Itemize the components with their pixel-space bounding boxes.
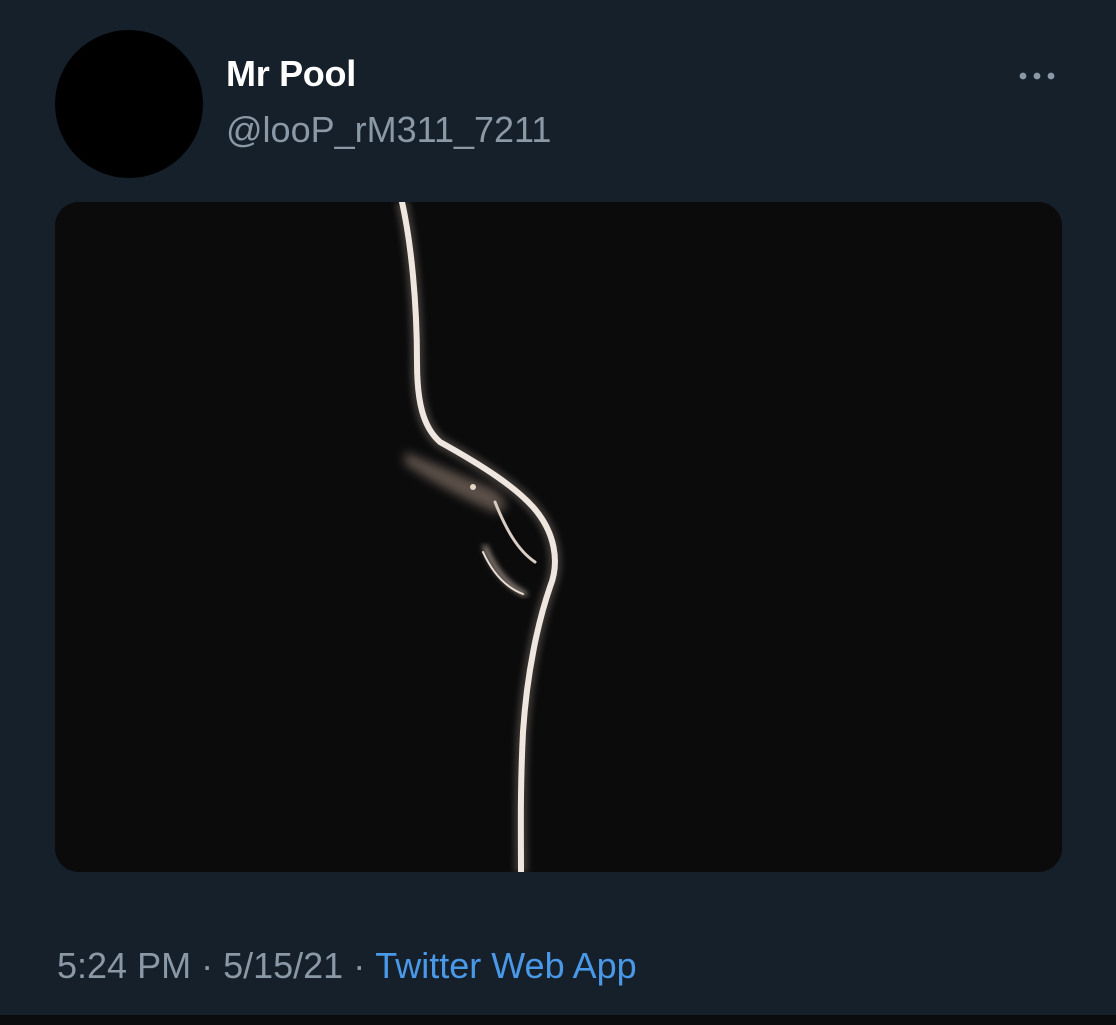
tweet-meta: 5:24 PM · 5/15/21 · Twitter Web App: [57, 944, 637, 988]
more-horizontal-icon: [1019, 72, 1055, 80]
tweet-media-image[interactable]: [55, 202, 1062, 872]
tweet-author: Mr Pool @looP_rM311_7211: [226, 52, 551, 152]
bottom-edge: [0, 1015, 1116, 1025]
user-handle[interactable]: @looP_rM311_7211: [226, 108, 551, 152]
avatar[interactable]: [55, 30, 203, 178]
tweet-source-link[interactable]: Twitter Web App: [375, 945, 636, 986]
silhouette-photo: [55, 202, 1062, 872]
tweet-date[interactable]: 5/15/21: [223, 945, 343, 986]
display-name[interactable]: Mr Pool: [226, 52, 551, 96]
more-options-button[interactable]: [1012, 60, 1062, 92]
meta-separator: ·: [201, 945, 214, 986]
tweet-screenshot: Mr Pool @looP_rM311_7211 5:24 PM · 5/15/…: [0, 0, 1116, 1025]
tweet-time[interactable]: 5:24 PM: [57, 945, 191, 986]
meta-separator: ·: [353, 945, 366, 986]
